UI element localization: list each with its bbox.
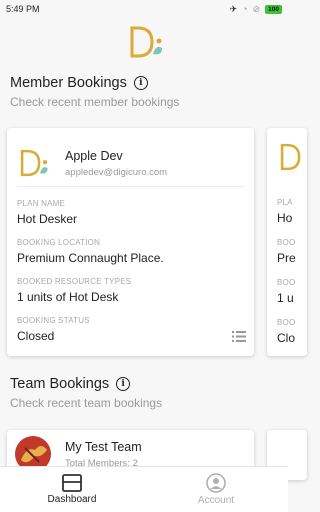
resource-types-value: 1 units of Hot Desk — [17, 290, 119, 304]
peek-value: Pre — [277, 251, 296, 265]
member-booking-card[interactable]: Apple Dev appledev@digicuro.com PLAN NAM… — [7, 128, 254, 356]
nav-account[interactable]: Account — [144, 467, 288, 512]
wifi-icon: ◔ — [242, 4, 248, 14]
peek-value: Ho — [277, 211, 293, 225]
list-icon[interactable] — [232, 331, 246, 342]
status-icons: ✈ ◔ ⊘ 100 — [230, 4, 282, 15]
member-logo-icon — [20, 149, 48, 177]
booking-location-field: BOOKING LOCATION Premium Connaught Place… — [7, 238, 254, 265]
team-bookings-title-text: Team Bookings — [10, 376, 110, 392]
member-bookings-title: Member Bookings i — [10, 75, 148, 91]
team-bookings-subtitle: Check recent team bookings — [10, 396, 163, 410]
info-icon[interactable]: i — [133, 76, 148, 90]
nav-dashboard-label: Dashboard — [47, 494, 97, 505]
member-name: Apple Dev — [65, 148, 123, 163]
member-bookings-title-text: Member Bookings — [10, 75, 127, 91]
member-email: appledev@digicuro.com — [65, 166, 168, 178]
team-name: My Test Team — [65, 439, 142, 454]
member-booking-card-next[interactable]: PLA Ho BOO Pre BOO 1 u BOO Clo — [267, 128, 307, 356]
peek-value: 1 u — [277, 291, 294, 305]
bottom-nav: Dashboard Account — [0, 466, 288, 512]
dashboard-icon — [62, 474, 82, 492]
resource-types-field: BOOKED RESOURCE TYPES 1 units of Hot Des… — [7, 277, 254, 304]
card-divider — [17, 186, 244, 187]
card-header: Apple Dev appledev@digicuro.com — [7, 128, 254, 186]
info-icon[interactable]: i — [116, 377, 131, 391]
peek-label: PLA — [277, 198, 293, 207]
plan-name-value: Hot Desker — [17, 212, 78, 226]
alarm-icon: ⊘ — [252, 3, 261, 14]
booking-status-label: BOOKING STATUS — [17, 316, 90, 325]
booking-location-value: Premium Connaught Place. — [17, 251, 164, 265]
member-bookings-subtitle: Check recent member bookings — [10, 95, 180, 109]
nav-dashboard[interactable]: Dashboard — [0, 467, 144, 512]
member-logo-icon — [280, 143, 301, 171]
booking-status-value: Closed — [17, 329, 55, 343]
status-bar: 5:49 PM ✈ ◔ ⊘ 100 — [0, 0, 288, 18]
peek-label: BOO — [277, 278, 296, 287]
booking-status-field: BOOKING STATUS Closed — [7, 316, 254, 343]
plan-name-label: PLAN NAME — [17, 199, 66, 208]
peek-label: BOO — [277, 318, 296, 327]
booking-location-label: BOOKING LOCATION — [17, 238, 101, 247]
account-icon — [206, 473, 226, 493]
peek-value: Clo — [277, 331, 296, 345]
status-time: 5:49 PM — [6, 4, 40, 14]
airplane-mode-icon: ✈ — [229, 3, 238, 14]
plan-name-field: PLAN NAME Hot Desker — [7, 199, 254, 226]
app-logo — [130, 26, 162, 58]
resource-types-label: BOOKED RESOURCE TYPES — [17, 277, 132, 286]
battery-icon: 100 — [265, 4, 282, 14]
peek-label: BOO — [277, 238, 296, 247]
team-bookings-title: Team Bookings i — [10, 376, 131, 392]
nav-account-label: Account — [197, 495, 235, 506]
